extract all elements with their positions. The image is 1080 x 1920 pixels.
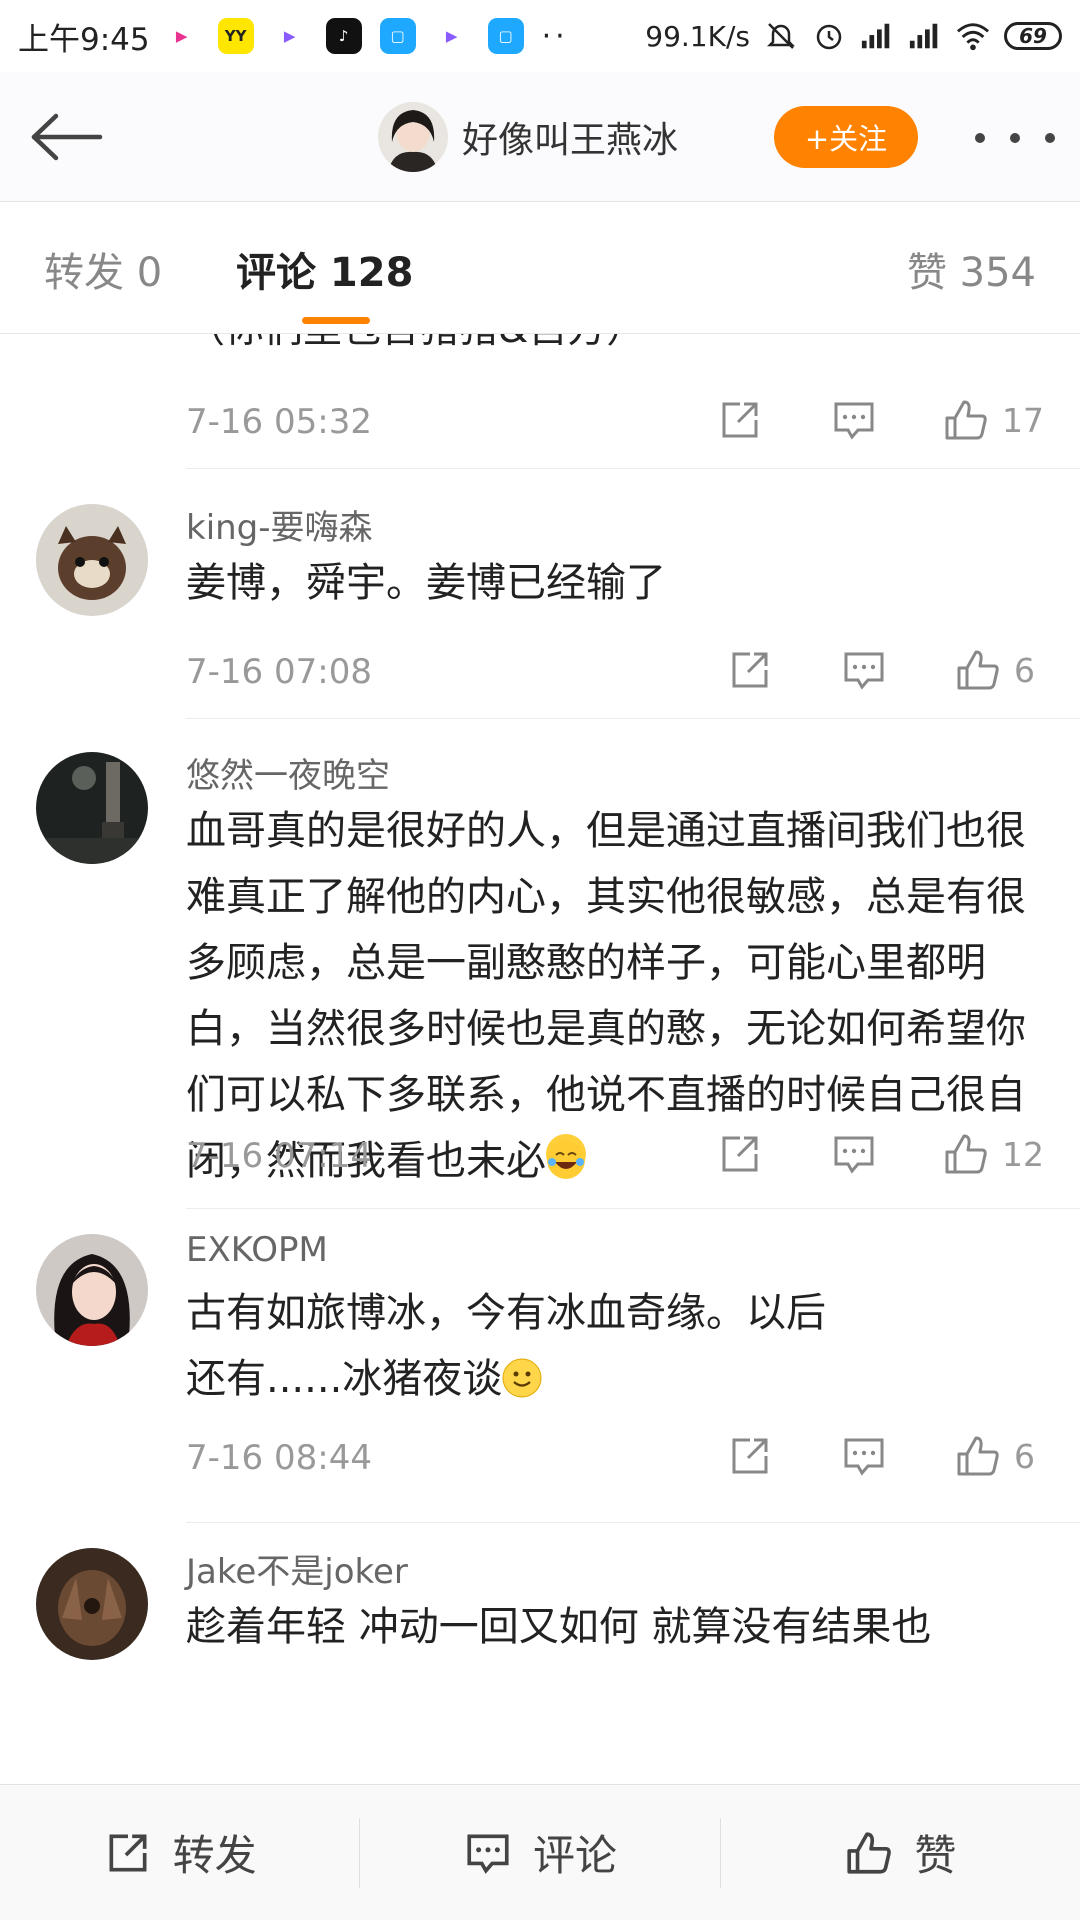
comment-meta: 7-16 07:14 12 [0,1130,1080,1190]
comment-time: 7-16 07:08 [186,652,372,692]
like-label: 赞 [914,1831,957,1880]
commenter-avatar[interactable] [36,504,148,616]
thumbs-up-icon [957,650,999,690]
commenter-avatar[interactable] [36,1548,148,1660]
tab-repost[interactable]: 转发 0 [44,240,162,298]
like-button[interactable]: 6 [954,1432,1035,1480]
blue-square-icon: ▢ [379,18,416,54]
repost-icon[interactable] [726,1432,774,1480]
like-button[interactable]: 17 [942,396,1044,444]
yy-icon: YY [217,18,254,54]
commenter-name[interactable]: king-要嗨森 [186,500,373,549]
commenter-name[interactable]: EXKOPM [186,1230,328,1270]
follow-button[interactable]: +关注 [774,106,918,168]
divider [186,718,1080,719]
comment-label: 评论 [532,1831,617,1880]
tab-likes[interactable]: 赞 354 [907,240,1036,298]
blue-square-icon-2: ▢ [487,18,524,54]
comment-text: 趁着年轻 冲动一回又如何 就算没有结果也 [186,1604,932,1650]
comment-time: 7-16 07:14 [186,1136,372,1176]
commenter-avatar[interactable] [36,752,148,864]
more-notifications: ·· [541,18,569,54]
youku-icon: ▶ [163,18,200,54]
author-avatar[interactable] [378,102,448,172]
thumbs-up-icon [957,1436,999,1476]
top-nav-bar: 好像叫王燕冰 +关注 [0,72,1080,202]
repost-icon [109,1834,147,1871]
repost-label: 转发 [172,1831,257,1880]
wifi-icon [956,19,990,53]
like-count: 6 [1014,1436,1035,1476]
notification-app-icons: ▶ YY ▶ ♪ ▢ ▶ ▢ [163,18,524,54]
comment-button[interactable]: 评论 [360,1785,719,1920]
comment-text-clipped: （你们里包含猪猪&自方） [186,334,645,354]
repost-icon[interactable] [716,396,764,444]
divider [186,468,1080,469]
video-play-icon: ▶ [271,18,308,54]
like-button[interactable]: 赞 [721,1785,1080,1920]
comment-time: 7-16 08:44 [186,1438,372,1478]
divider [186,1208,1080,1209]
reply-icon[interactable] [830,1130,878,1178]
status-bar: 上午9:45 ▶ YY ▶ ♪ ▢ ▶ ▢ ·· 99.1K/s 69 [0,0,1080,72]
comment-list[interactable]: （你们里包含猪猪&自方） 7-16 05:32 17 king-要嗨森 姜博，舜… [0,334,1080,1784]
comment-time: 7-16 05:32 [186,402,372,442]
comment-icon [467,1834,509,1874]
smile-emoji-icon [502,1352,542,1398]
thumbs-up-icon [945,400,987,440]
author-name[interactable]: 好像叫王燕冰 [462,111,678,163]
reply-icon[interactable] [840,1432,888,1480]
tab-comments[interactable]: 评论 128 [236,240,413,298]
active-tab-indicator [302,317,370,324]
alarm-icon [812,19,846,53]
commenter-name[interactable]: 悠然一夜晚空 [186,748,390,797]
reply-icon[interactable] [840,646,888,694]
signal-icon [860,19,894,53]
signal-icon-2 [908,19,942,53]
comment-text: 古有如旅博冰，今有冰血奇缘。以后还有......冰猪夜谈 [186,1290,826,1402]
comment-meta: 7-16 05:32 17 [0,396,1080,456]
author-info[interactable]: 好像叫王燕冰 [378,102,678,172]
repost-button[interactable]: 转发 [0,1785,359,1920]
comment-text: 姜博，舜宇。姜博已经输了 [186,560,666,606]
battery-indicator: 69 [1004,22,1062,50]
like-count: 17 [1002,400,1044,440]
interaction-tabs: 转发 0 评论 128 赞 354 [0,202,1080,334]
bottom-action-bar: 转发 评论 赞 [0,1784,1080,1920]
repost-icon[interactable] [716,1130,764,1178]
comment-meta: 7-16 07:08 6 [0,646,1080,706]
network-speed: 99.1K/s [645,19,750,53]
thumbs-up-icon [847,1831,892,1874]
like-button[interactable]: 6 [954,646,1035,694]
like-button[interactable]: 12 [942,1130,1044,1178]
like-count: 6 [1014,650,1035,690]
commenter-name[interactable]: Jake不是joker [186,1544,408,1593]
comment-meta: 7-16 08:44 6 [0,1432,1080,1492]
thumbs-up-icon [945,1134,987,1174]
tiktok-icon: ♪ [325,18,362,54]
back-arrow-icon[interactable] [26,102,106,172]
divider [186,1522,1080,1523]
video-play-icon-2: ▶ [433,18,470,54]
more-options-icon[interactable] [975,120,1055,156]
commenter-avatar[interactable] [36,1234,148,1346]
reply-icon[interactable] [830,396,878,444]
mute-bell-icon [764,19,798,53]
repost-icon[interactable] [726,646,774,694]
status-time: 上午9:45 [18,21,150,58]
like-count: 12 [1002,1134,1044,1174]
